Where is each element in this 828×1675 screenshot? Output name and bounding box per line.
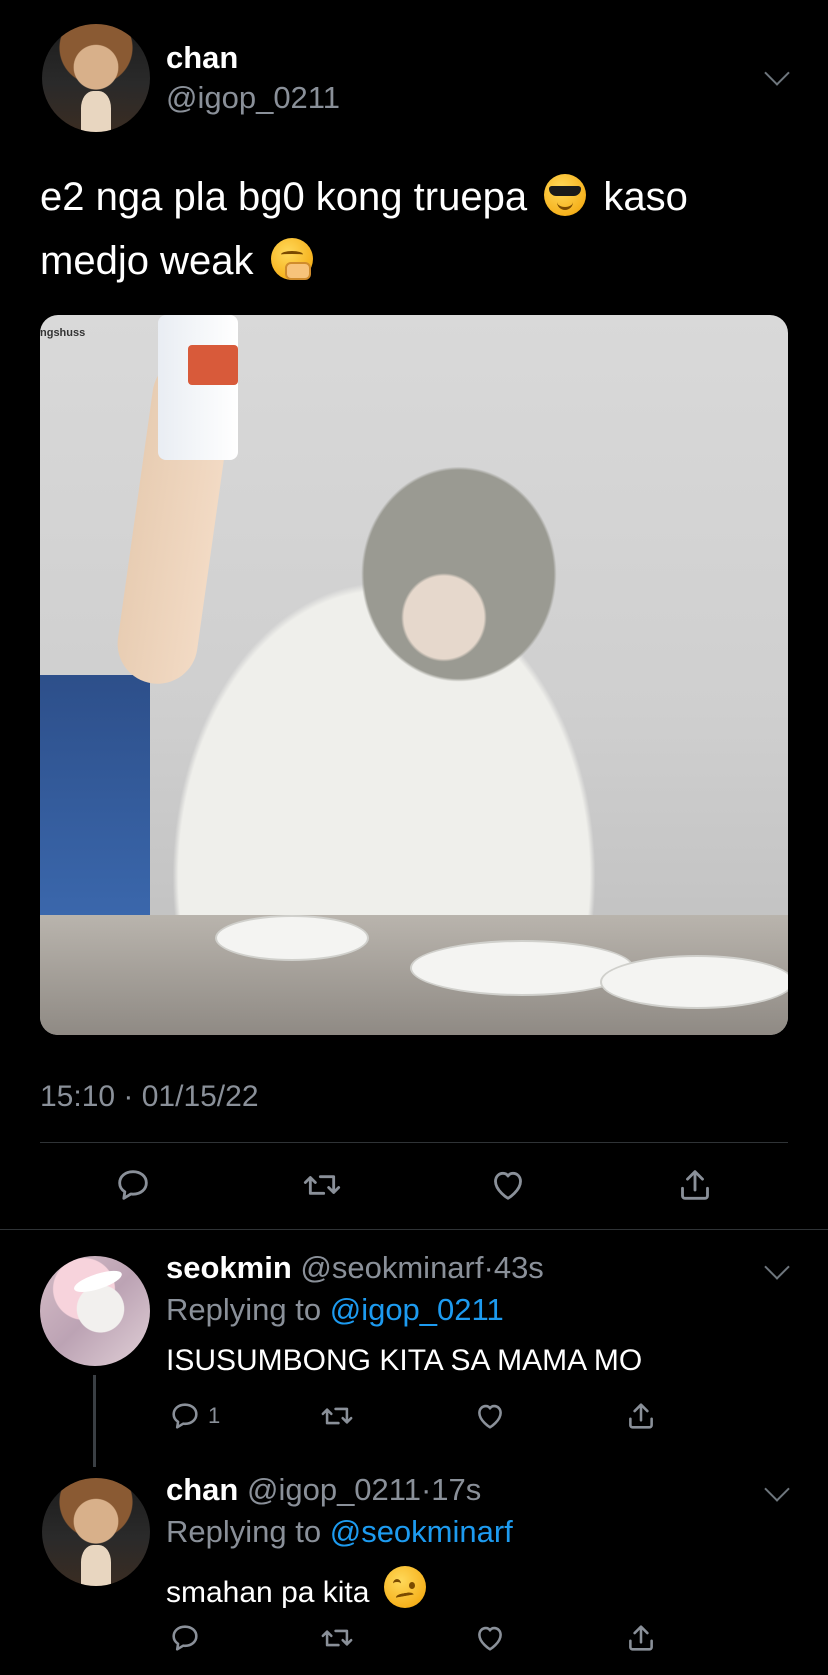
reply-tweet: seokmin @seokminarf·43s Replying to @igo… — [0, 1250, 828, 1450]
share-button[interactable] — [624, 1608, 658, 1668]
media-plate — [600, 955, 788, 1009]
tweet-media-image[interactable]: ngshuss — [40, 315, 788, 1035]
share-icon — [629, 1403, 653, 1429]
reply-author-name[interactable]: chan — [166, 1472, 238, 1507]
reply-action-bar — [0, 1608, 828, 1668]
author-handle[interactable]: @igop_0211 — [166, 80, 340, 116]
reply-text: ISUSUMBONG KITA SA MAMA MO — [166, 1344, 643, 1377]
media-watermark: ngshuss — [40, 327, 86, 339]
like-button[interactable] — [472, 1386, 508, 1446]
tweet-text-line1: e2 nga pla bg0 kong truepa — [40, 175, 528, 219]
share-icon — [681, 1170, 709, 1200]
retweet-button[interactable] — [318, 1608, 356, 1668]
heart-icon — [478, 1626, 502, 1651]
divider — [0, 1229, 828, 1230]
sunglasses-face-emoji — [544, 174, 587, 216]
reply-author-handle[interactable]: @igop_0211 — [247, 1472, 421, 1507]
tweet-timestamp[interactable]: 15:10 · 01/15/22 — [40, 1080, 259, 1114]
main-tweet-header: chan @igop_0211 — [0, 0, 828, 150]
divider — [40, 1142, 788, 1143]
share-button[interactable] — [675, 1155, 715, 1215]
chevron-down-icon[interactable] — [764, 1476, 790, 1502]
reply-button[interactable] — [113, 1155, 153, 1215]
tweet-text-line2: medjo weak — [40, 239, 254, 283]
speech-bubble-icon — [172, 1403, 198, 1429]
media-plate — [410, 940, 634, 996]
chevron-down-icon[interactable] — [764, 1254, 790, 1280]
reply-author-handle[interactable]: @seokminarf — [300, 1250, 483, 1285]
like-button[interactable] — [472, 1608, 508, 1668]
replying-to: Replying to @seokminarf — [166, 1514, 513, 1550]
reply-header: chan @igop_0211·17s — [166, 1472, 481, 1508]
replying-to-label: Replying to — [166, 1292, 330, 1327]
author-name[interactable]: chan — [166, 40, 238, 76]
reply-author-name[interactable]: seokmin — [166, 1250, 292, 1285]
reply-text-content: smahan pa kita — [166, 1576, 370, 1609]
retweet-button[interactable] — [300, 1155, 344, 1215]
retweet-button[interactable] — [318, 1386, 356, 1446]
media-plate — [215, 915, 369, 961]
speech-bubble-icon — [172, 1625, 198, 1651]
main-action-bar — [0, 1155, 828, 1215]
reply-count: 1 — [208, 1403, 221, 1428]
replying-to-label: Replying to — [166, 1514, 330, 1549]
woozy-face-emoji — [383, 1566, 426, 1608]
avatar[interactable] — [42, 24, 150, 132]
separator-dot: · — [420, 1472, 432, 1507]
heart-icon — [478, 1404, 502, 1429]
retweet-icon — [321, 1629, 353, 1647]
reply-action-bar: 1 — [0, 1386, 828, 1446]
replying-to-mention[interactable]: @seokminarf — [330, 1514, 513, 1549]
reply-button[interactable]: 1 — [168, 1386, 220, 1446]
reply-time[interactable]: 17s — [431, 1472, 481, 1507]
avatar[interactable] — [42, 1478, 150, 1586]
chevron-down-icon[interactable] — [764, 60, 790, 86]
reply-header: seokmin @seokminarf·43s — [166, 1250, 544, 1286]
replying-to-mention[interactable]: @igop_0211 — [330, 1292, 504, 1327]
like-button[interactable] — [487, 1155, 529, 1215]
reply-time[interactable]: 43s — [494, 1250, 544, 1285]
speech-bubble-icon — [118, 1170, 148, 1200]
tweet-text-line1-end: kaso — [603, 175, 688, 219]
reply-tweet: chan @igop_0211·17s Replying to @seokmin… — [0, 1472, 828, 1672]
avatar[interactable] — [40, 1256, 150, 1366]
media-bottle — [158, 315, 238, 460]
replying-to: Replying to @igop_0211 — [166, 1292, 504, 1328]
retweet-icon — [321, 1407, 353, 1425]
media-person-left — [40, 675, 150, 945]
share-button[interactable] — [624, 1386, 658, 1446]
yawning-face-emoji — [270, 238, 313, 280]
separator-dot: · — [483, 1250, 494, 1285]
reply-button[interactable] — [168, 1608, 202, 1668]
tweet-text: e2 nga pla bg0 kong truepa kaso medjo we… — [40, 165, 800, 293]
reply-text: smahan pa kita — [166, 1566, 432, 1610]
retweet-icon — [303, 1175, 341, 1195]
heart-icon — [494, 1171, 522, 1200]
share-icon — [629, 1625, 653, 1651]
tweet-thread-page: chan @igop_0211 e2 nga pla bg0 kong true… — [0, 0, 828, 1675]
